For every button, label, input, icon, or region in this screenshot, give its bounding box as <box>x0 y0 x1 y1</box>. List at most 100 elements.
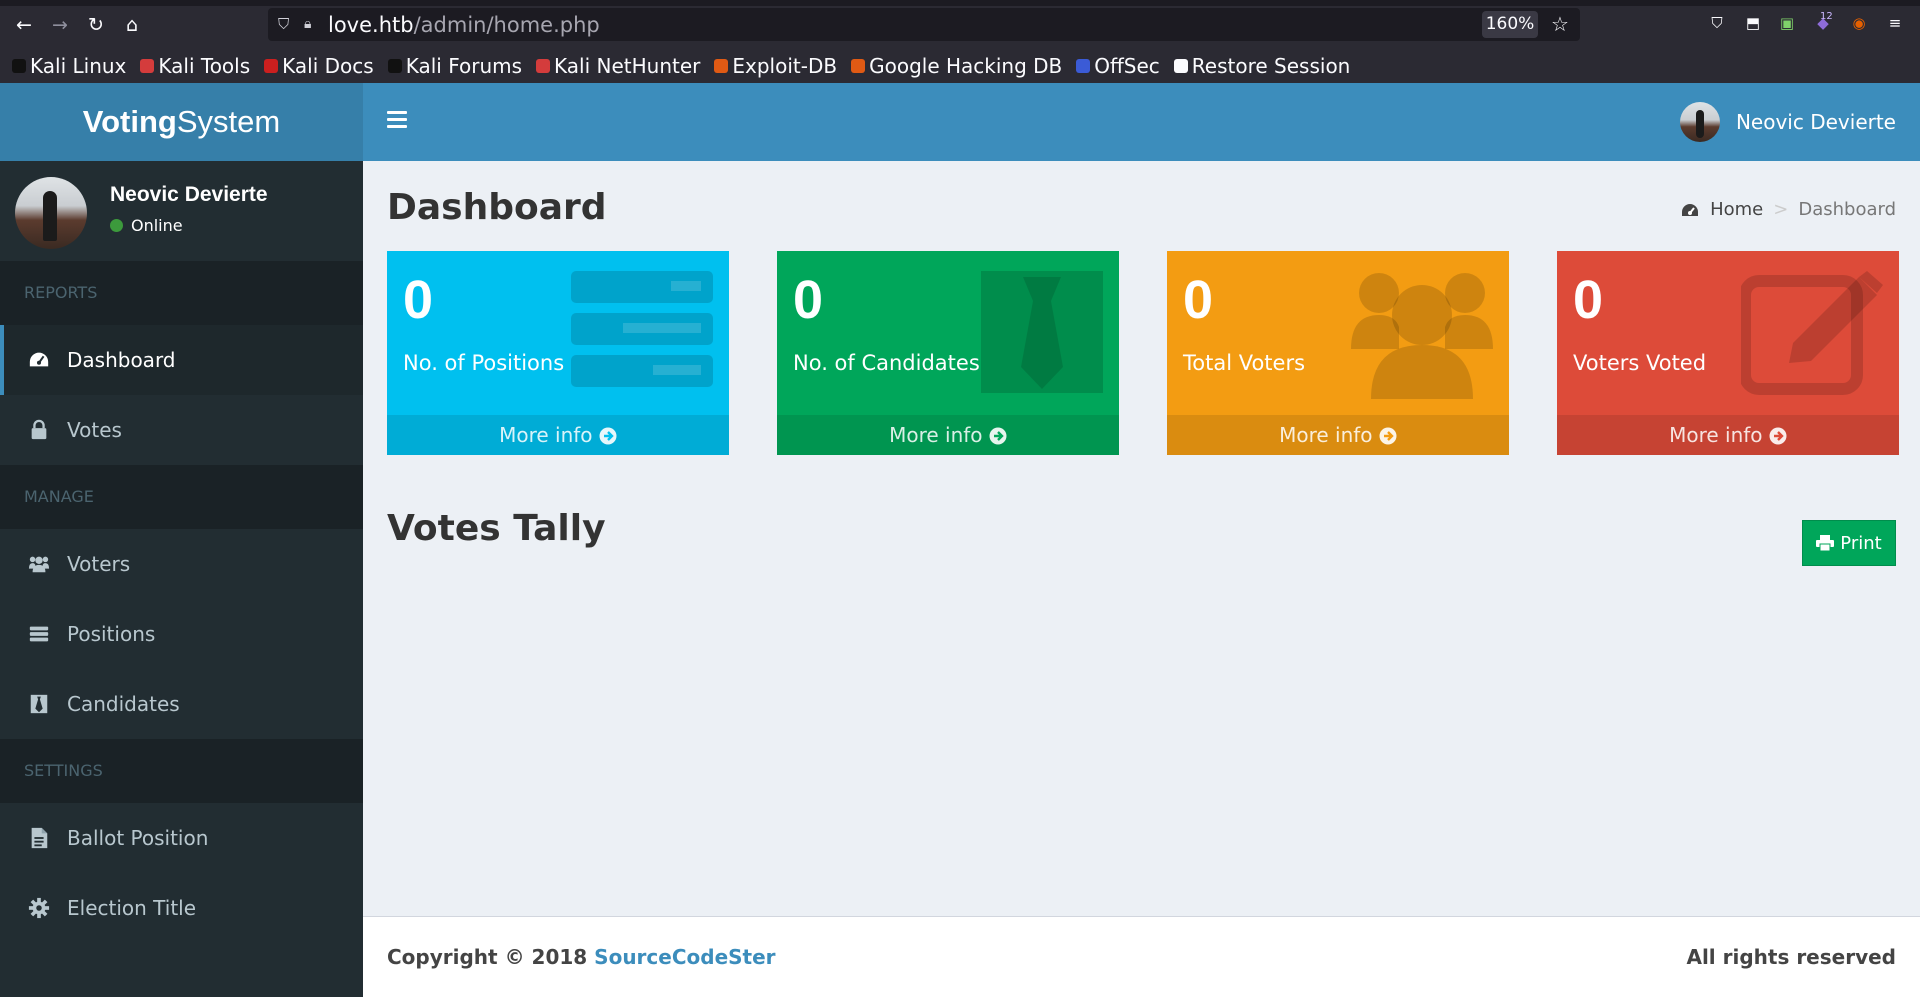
bookmark-label: Exploit-DB <box>732 54 838 78</box>
lock-icon[interactable]: 🔒︎ <box>304 15 322 33</box>
arrow-circle-right-icon <box>1763 423 1787 447</box>
more-info-link[interactable]: More info <box>1167 415 1509 455</box>
logo-rest: System <box>176 104 281 139</box>
box-label: No. of Positions <box>403 351 565 375</box>
bookmark-item[interactable]: Kali Tools <box>140 54 250 78</box>
more-info-link[interactable]: More info <box>1557 415 1899 455</box>
info-box-voters-voted: 0 Voters Voted More info <box>1557 251 1899 455</box>
tie-icon <box>981 271 1103 393</box>
users-icon <box>1351 273 1493 399</box>
bookmark-favicon-icon <box>1173 59 1188 73</box>
sidebar-item-candidates[interactable]: Candidates <box>0 669 363 739</box>
sidebar-user-name: Neovic Devierte <box>110 183 268 206</box>
avatar <box>15 177 87 249</box>
extension-badge-count: 12 <box>1820 11 1833 22</box>
more-info-link[interactable]: More info <box>387 415 729 455</box>
header-user-name: Neovic Devierte <box>1735 110 1896 134</box>
bookmark-item[interactable]: Kali Linux <box>12 54 126 78</box>
sidebar-item-label: Dashboard <box>67 348 176 372</box>
breadcrumb: Home > Dashboard <box>1680 199 1896 220</box>
bookmark-item[interactable]: Restore Session <box>1173 54 1351 78</box>
status-label: Online <box>131 216 183 235</box>
url-bar[interactable]: ⛉ 🔒︎ love.htb/admin/home.php 160% ☆ <box>268 8 1580 41</box>
extension-badge-icon[interactable]: 12 ◆ <box>1812 11 1834 34</box>
info-box-no-of-candidates: 0 No. of Candidates More info <box>777 251 1119 455</box>
logo-bold: Voting <box>82 104 177 139</box>
bookmark-item[interactable]: Kali Forums <box>387 54 522 78</box>
pocket-icon[interactable]: ⛉ <box>1706 12 1728 34</box>
lock-icon <box>27 418 51 442</box>
box-count: 0 <box>1183 270 1214 330</box>
sidebar-item-label: Candidates <box>67 692 180 716</box>
box-label: Voters Voted <box>1573 351 1707 375</box>
arrow-circle-right-icon <box>593 423 617 447</box>
sidebar-item-election-title[interactable]: Election Title <box>0 873 363 943</box>
page-footer: Copyright © 2018 SourceCodeSter All righ… <box>363 916 1920 997</box>
extensions-icon[interactable]: ⬒ <box>1742 12 1764 34</box>
avatar <box>1679 102 1720 142</box>
menu-icon[interactable]: ≡ <box>1884 12 1906 34</box>
bookmark-favicon-icon <box>536 59 551 73</box>
sourcecodester-link[interactable]: SourceCodeSter <box>594 945 775 969</box>
sidebar-item-votes[interactable]: Votes <box>0 395 363 465</box>
top-navbar: Neovic Devierte <box>363 83 1920 161</box>
sidebar-item-label: Votes <box>67 418 122 442</box>
bookmark-item[interactable]: OffSec <box>1076 54 1160 78</box>
sidebar-item-label: Election Title <box>67 896 197 920</box>
bookmark-favicon-icon <box>140 59 155 73</box>
breadcrumb-home[interactable]: Home <box>1710 199 1763 220</box>
user-status: Online <box>110 216 183 235</box>
home-icon[interactable]: ⌂ <box>118 11 146 39</box>
bookmark-label: Restore Session <box>1191 54 1351 78</box>
sidebar-item-label: Voters <box>67 552 131 576</box>
back-icon[interactable]: ← <box>10 11 38 39</box>
bookmark-label: OffSec <box>1094 54 1160 78</box>
box-label: No. of Candidates <box>793 351 980 375</box>
dashboard-icon <box>27 348 51 372</box>
menu-header: MANAGE <box>0 465 363 529</box>
browser-toolbar: ← → ↻ ⌂ ⛉ 🔒︎ love.htb/admin/home.php 160… <box>0 0 1920 83</box>
bookmark-item[interactable]: Kali Docs <box>264 54 374 78</box>
bookmark-label: Kali Linux <box>30 54 127 78</box>
page-title: Dashboard <box>387 187 607 228</box>
print-button[interactable]: Print <box>1802 520 1896 566</box>
print-label: Print <box>1840 532 1882 554</box>
sidebar-item-ballot-position[interactable]: Ballot Position <box>0 803 363 873</box>
sidebar-item-label: Positions <box>67 622 156 646</box>
online-dot-icon <box>110 219 123 232</box>
forward-icon[interactable]: → <box>46 11 74 39</box>
app-logo[interactable]: VotingSystem <box>0 83 363 161</box>
votes-tally-title: Votes Tally <box>387 508 606 549</box>
users-icon <box>27 552 51 576</box>
bookmark-star-icon[interactable]: ☆ <box>1548 12 1572 36</box>
shield-icon[interactable]: ⛉ <box>278 15 296 33</box>
bookmark-favicon-icon <box>851 59 866 73</box>
sta-extension-icon[interactable]: ▣ <box>1776 12 1798 34</box>
foxyproxy-icon[interactable]: ◉ <box>1848 12 1870 34</box>
bookmark-item[interactable]: Google Hacking DB <box>851 54 1062 78</box>
cog-icon <box>27 896 51 920</box>
user-menu[interactable]: Neovic Devierte <box>1679 102 1896 142</box>
more-info-label: More info <box>1669 423 1763 447</box>
sidebar-toggle-icon[interactable] <box>387 111 407 129</box>
bookmark-label: Kali Docs <box>282 54 374 78</box>
bookmark-label: Kali Tools <box>158 54 251 78</box>
bookmark-item[interactable]: Exploit-DB <box>714 54 837 78</box>
box-count: 0 <box>403 270 434 330</box>
url-text[interactable]: love.htb/admin/home.php <box>328 13 600 37</box>
zoom-indicator[interactable]: 160% <box>1482 11 1538 38</box>
copyright: Copyright © 2018 SourceCodeSter <box>387 945 776 969</box>
sidebar: VotingSystem Neovic Devierte Online REPO… <box>0 83 363 997</box>
content: Dashboard Home > Dashboard 0 No. of Posit… <box>363 161 1920 916</box>
bookmark-item[interactable]: Kali NetHunter <box>536 54 700 78</box>
sidebar-item-voters[interactable]: Voters <box>0 529 363 599</box>
sidebar-item-positions[interactable]: Positions <box>0 599 363 669</box>
more-info-link[interactable]: More info <box>777 415 1119 455</box>
info-box-no-of-positions: 0 No. of Positions More info <box>387 251 729 455</box>
reload-icon[interactable]: ↻ <box>82 11 110 39</box>
user-panel: Neovic Devierte Online <box>0 161 363 261</box>
box-count: 0 <box>793 270 824 330</box>
more-info-label: More info <box>889 423 983 447</box>
sidebar-item-dashboard[interactable]: Dashboard <box>0 325 363 395</box>
menu-header: REPORTS <box>0 261 363 325</box>
